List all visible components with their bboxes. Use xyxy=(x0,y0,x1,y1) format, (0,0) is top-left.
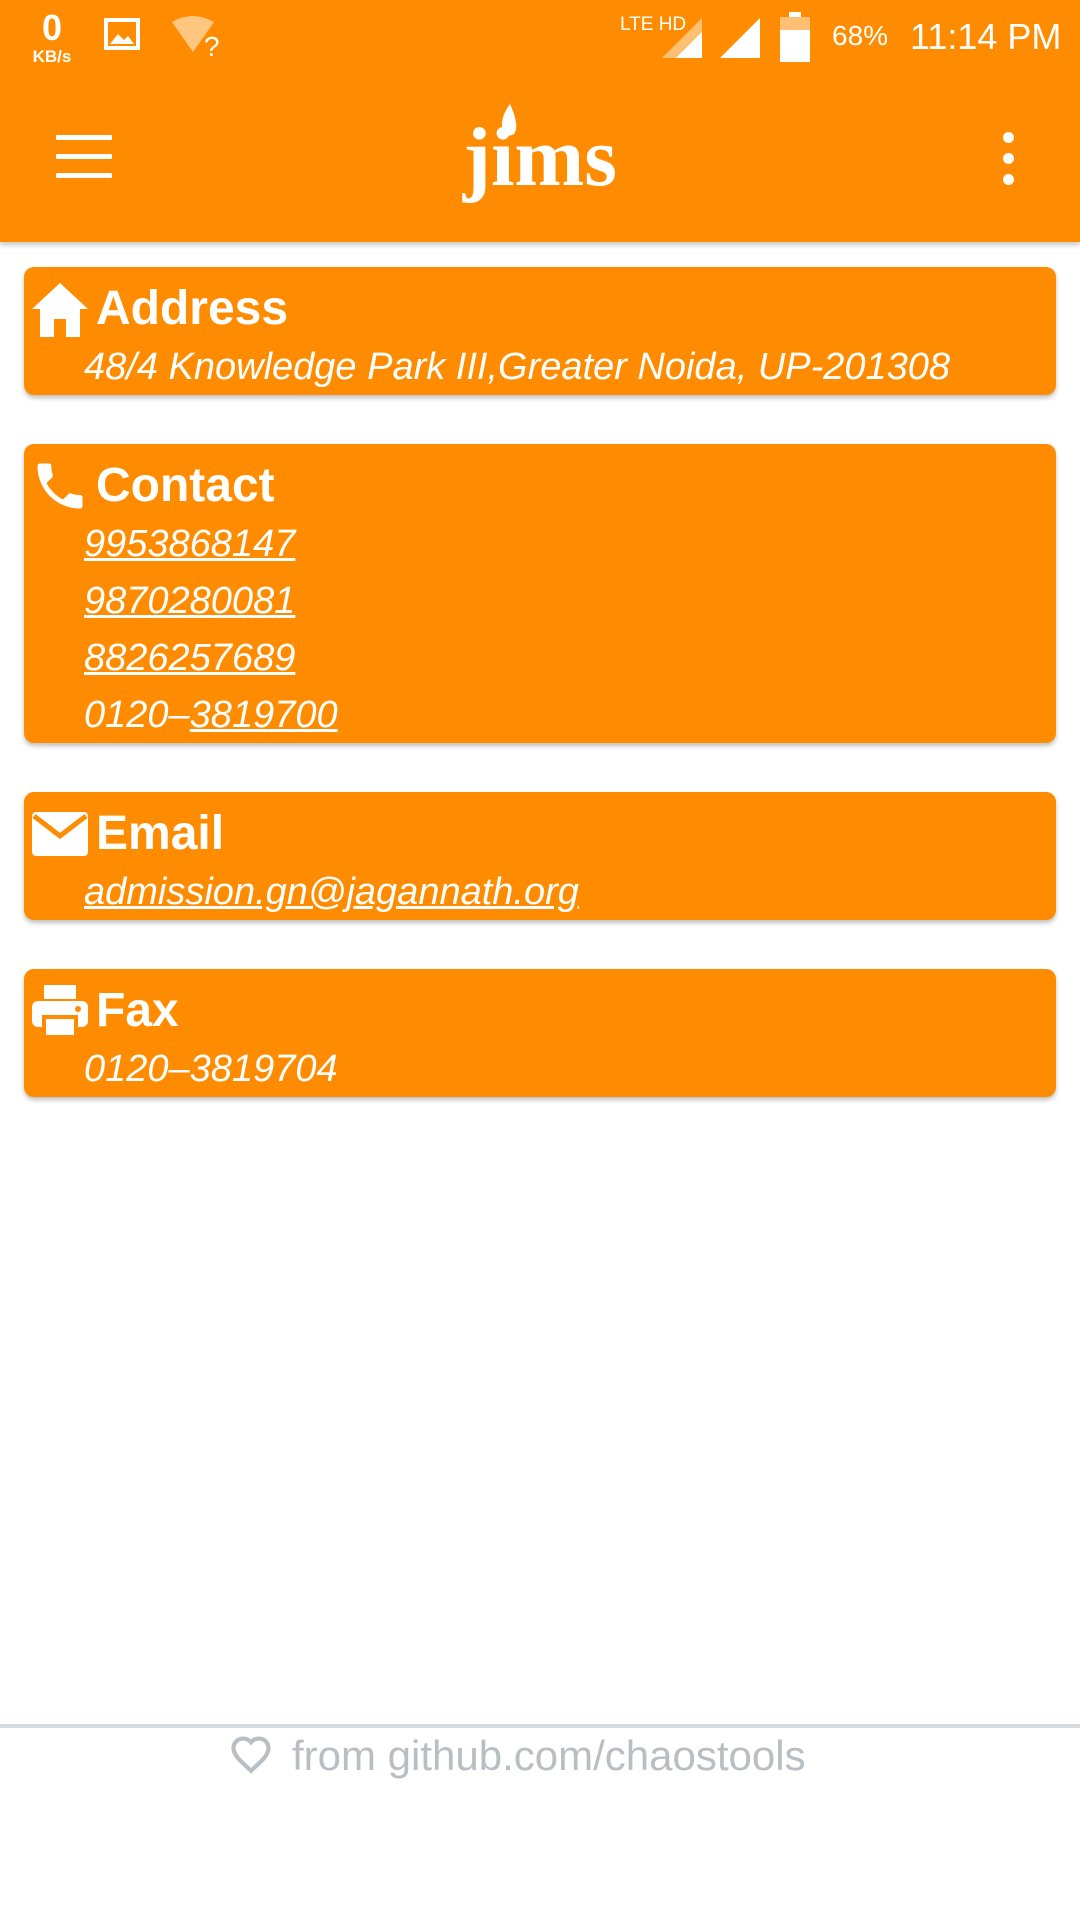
address-card: Address 48/4 Knowledge Park III,Greater … xyxy=(24,267,1056,395)
email-address[interactable]: admission.gn@jagannath.org xyxy=(84,871,579,913)
fax-card: Fax 0120–3819704 xyxy=(24,969,1056,1097)
phone-number[interactable]: 9953868147 xyxy=(84,523,295,565)
signal-strength-icon xyxy=(718,16,762,65)
clock: 11:14 PM xyxy=(910,16,1062,57)
address-title: Address xyxy=(96,282,289,335)
printer-icon xyxy=(30,981,90,1041)
footer-text: from github.com/chaostools xyxy=(292,1732,806,1779)
phone-number[interactable]: 8826257689 xyxy=(84,637,295,679)
status-bar: 0 KB/s ? LTE HD 68% 11:14 PM xyxy=(0,0,1080,80)
phone-link[interactable]: 8826257689 xyxy=(84,634,295,683)
email-card: Email admission.gn@jagannath.org xyxy=(24,792,1056,920)
fax-title: Fax xyxy=(96,984,179,1037)
wifi-unknown-icon: ? xyxy=(170,14,226,65)
email-title: Email xyxy=(96,807,225,860)
contact-card: Contact 9953868147 9870280081 8826257689… xyxy=(24,444,1056,743)
fax-number: 0120–3819704 xyxy=(84,1048,338,1090)
signal-strength-icon xyxy=(660,16,704,65)
image-notification-icon xyxy=(104,18,140,55)
landline-line: 0120–3819700 xyxy=(84,691,338,740)
landline-prefix: 0120– xyxy=(84,694,190,736)
email-link[interactable]: admission.gn@jagannath.org xyxy=(84,868,579,917)
phone-number[interactable]: 9870280081 xyxy=(84,580,295,622)
address-text: 48/4 Knowledge Park III,Greater Noida, U… xyxy=(84,346,951,388)
footer-credit[interactable]: from github.com/chaostools xyxy=(230,1732,806,1780)
heart-outline-icon xyxy=(230,1732,292,1779)
phone-link[interactable]: 9953868147 xyxy=(84,520,295,569)
footer-divider xyxy=(0,1724,1080,1728)
logo-text: jims xyxy=(463,111,617,204)
hamburger-icon[interactable] xyxy=(56,135,112,181)
network-speed: 0 KB/s xyxy=(24,7,80,66)
app-bar: jims xyxy=(0,80,1080,242)
home-icon xyxy=(30,279,90,339)
contact-title: Contact xyxy=(96,459,275,512)
landline-number[interactable]: 3819700 xyxy=(190,694,338,736)
speed-unit: KB/s xyxy=(32,47,72,66)
svg-text:?: ? xyxy=(204,31,220,60)
battery-icon xyxy=(780,12,810,67)
battery-percentage: 68% xyxy=(832,20,889,51)
mail-icon xyxy=(30,804,90,864)
jims-logo: jims xyxy=(440,98,640,218)
more-vert-icon[interactable] xyxy=(996,132,1020,188)
speed-value: 0 xyxy=(41,7,63,48)
phone-icon xyxy=(30,456,90,516)
phone-link[interactable]: 9870280081 xyxy=(84,577,295,626)
